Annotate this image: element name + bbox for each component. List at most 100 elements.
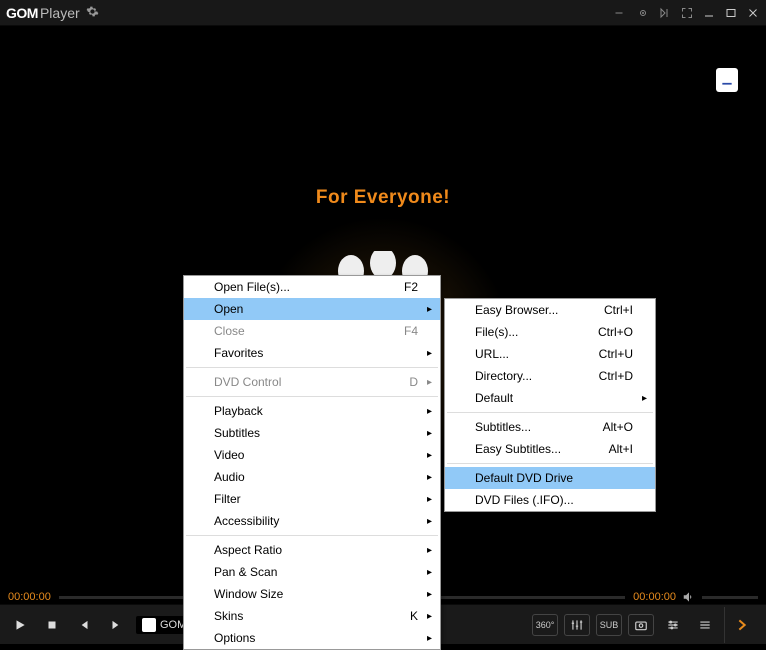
next-button[interactable] (104, 613, 128, 637)
menu-item-label: Subtitles... (475, 420, 531, 434)
minimize-icon[interactable] (702, 6, 716, 20)
menu-item-label: Skins (214, 609, 243, 623)
chevron-right-icon: ▸ (427, 406, 432, 417)
open-submenu-separator (447, 463, 653, 464)
chevron-right-icon: ▸ (427, 428, 432, 439)
context-menu-item-open[interactable]: Open ▸ (184, 298, 440, 320)
context-menu-item-playback[interactable]: Playback▸ (184, 400, 440, 422)
menu-item-shortcut: Alt+I (609, 442, 633, 456)
menu-item-shortcut: Ctrl+O (598, 325, 633, 339)
download-button[interactable] (716, 68, 738, 92)
vr360-button[interactable]: 360° (532, 614, 558, 636)
playlist-toggle[interactable] (724, 607, 758, 643)
menu-item-shortcut: F2 (404, 280, 418, 294)
chevron-right-icon: ▸ (427, 450, 432, 461)
chevron-right-icon: ▸ (427, 377, 432, 388)
menu-item-shortcut: Ctrl+D (599, 369, 633, 383)
chevron-right-icon: ▸ (427, 304, 432, 315)
menu-item-shortcut: Alt+O (603, 420, 633, 434)
context-menu: Open File(s)...F2Open▸CloseF4Favorites▸D… (183, 275, 441, 650)
open-submenu-item-directory[interactable]: Directory... Ctrl+D (445, 365, 655, 387)
screenshot-button[interactable] (628, 614, 654, 636)
open-submenu-item-default-dvd-drive[interactable]: Default DVD Drive (445, 467, 655, 489)
menu-item-label: Close (214, 324, 245, 338)
logo-text-player: Player (40, 5, 80, 21)
playlist-icon[interactable] (658, 6, 672, 20)
chevron-right-icon: ▸ (427, 348, 432, 359)
menu-item-shortcut: Ctrl+I (604, 303, 633, 317)
chevron-right-icon: ▸ (427, 633, 432, 644)
menu-item-label: Video (214, 448, 244, 462)
settings-button[interactable] (660, 614, 686, 636)
menu-item-label: File(s)... (475, 325, 518, 339)
context-menu-item-window-size[interactable]: Window Size ▸ (184, 583, 440, 605)
chevron-right-icon: ▸ (427, 494, 432, 505)
menu-item-label: Filter (214, 492, 241, 506)
menu-item-label: URL... (475, 347, 509, 361)
context-menu-item-skins[interactable]: SkinsK▸ (184, 605, 440, 627)
menu-item-label: Directory... (475, 369, 532, 383)
logo-text-gom: GOM (6, 5, 38, 21)
menu-item-label: Default DVD Drive (475, 471, 573, 485)
chevron-right-icon: ▸ (642, 393, 647, 404)
file-chip-icon (142, 618, 156, 632)
volume-slider[interactable] (702, 596, 758, 599)
menu-item-label: Easy Subtitles... (475, 442, 561, 456)
context-menu-item-aspect-ratio[interactable]: Aspect Ratio▸ (184, 539, 440, 561)
context-menu-item-accessibility[interactable]: Accessibility ▸ (184, 510, 440, 532)
open-submenu: Easy Browser...Ctrl+I File(s)... Ctrl+O URL… (444, 298, 656, 512)
context-menu-item-close: Close F4 (184, 320, 440, 342)
context-menu-item-subtitles[interactable]: Subtitles ▸ (184, 422, 440, 444)
menu-item-label: Subtitles (214, 426, 260, 440)
close-icon[interactable] (746, 6, 760, 20)
maximize-icon[interactable] (724, 6, 738, 20)
menu-item-shortcut: F4 (404, 324, 418, 338)
open-submenu-item-url[interactable]: URL... Ctrl+U (445, 343, 655, 365)
repeat-icon[interactable] (614, 6, 628, 20)
record-icon[interactable] (636, 6, 650, 20)
context-menu-separator (186, 535, 438, 536)
menu-item-label: DVD Files (.IFO)... (475, 493, 574, 507)
play-button[interactable] (8, 613, 32, 637)
stop-button[interactable] (40, 613, 64, 637)
open-submenu-item-file-s[interactable]: File(s)... Ctrl+O (445, 321, 655, 343)
context-menu-item-filter[interactable]: Filter ▸ (184, 488, 440, 510)
context-menu-item-options[interactable]: Options ▸ (184, 627, 440, 649)
menu-item-label: Options (214, 631, 255, 645)
open-submenu-item-dvd-files-ifo[interactable]: DVD Files (.IFO)... (445, 489, 655, 511)
menu-item-shortcut: D (409, 375, 418, 389)
open-submenu-separator (447, 412, 653, 413)
app-logo: GOM Player (6, 5, 80, 21)
chevron-right-icon: ▸ (427, 589, 432, 600)
gear-icon[interactable] (86, 5, 99, 21)
menu-item-label: Aspect Ratio (214, 543, 282, 557)
fullscreen-icon[interactable] (680, 6, 694, 20)
open-submenu-item-easy-subtitles[interactable]: Easy Subtitles... Alt+I (445, 438, 655, 460)
tagline-text: For Everyone! (316, 187, 450, 209)
prev-button[interactable] (72, 613, 96, 637)
chevron-right-icon: ▸ (427, 516, 432, 527)
context-menu-item-favorites[interactable]: Favorites ▸ (184, 342, 440, 364)
volume-icon[interactable] (682, 590, 696, 604)
open-submenu-item-easy-browser[interactable]: Easy Browser...Ctrl+I (445, 299, 655, 321)
titlebar-controls (614, 6, 760, 20)
menu-item-label: DVD Control (214, 375, 281, 389)
menu-item-label: Accessibility (214, 514, 279, 528)
open-submenu-item-default[interactable]: Default▸ (445, 387, 655, 409)
time-total: 00:00:00 (633, 591, 676, 603)
context-menu-item-open-file-s[interactable]: Open File(s)...F2 (184, 276, 440, 298)
menu-item-label: Pan & Scan (214, 565, 277, 579)
equalizer-button[interactable] (564, 614, 590, 636)
sub-button[interactable]: SUB (596, 614, 622, 636)
context-menu-item-dvd-control: DVD Control D ▸ (184, 371, 440, 393)
context-menu-item-pan-scan[interactable]: Pan & Scan▸ (184, 561, 440, 583)
menu-item-label: Audio (214, 470, 245, 484)
menu-item-label: Window Size (214, 587, 283, 601)
menu-item-label: Favorites (214, 346, 263, 360)
hamburger-button[interactable] (692, 614, 718, 636)
context-menu-item-audio[interactable]: Audio▸ (184, 466, 440, 488)
open-submenu-item-subtitles[interactable]: Subtitles... Alt+O (445, 416, 655, 438)
menu-item-label: Open (214, 302, 243, 316)
menu-item-shortcut: Ctrl+U (599, 347, 633, 361)
context-menu-item-video[interactable]: Video ▸ (184, 444, 440, 466)
